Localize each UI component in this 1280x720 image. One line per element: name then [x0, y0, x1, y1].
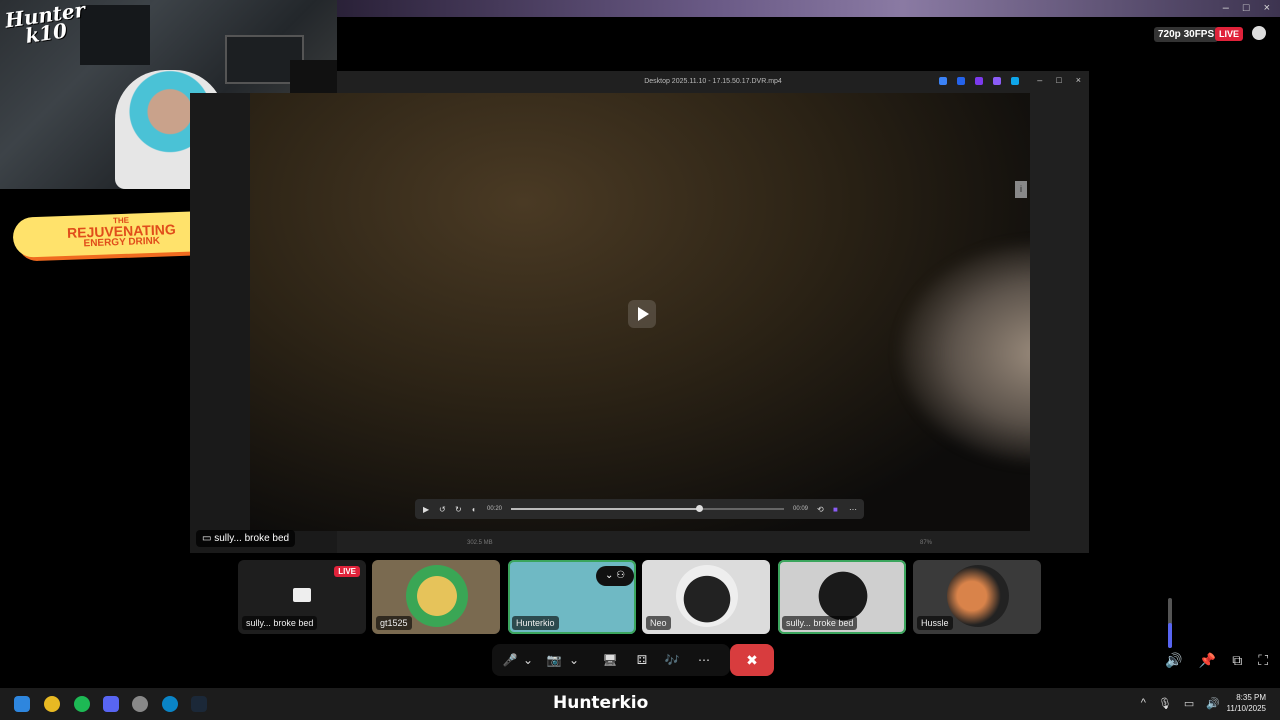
mic-options-chevron-icon[interactable]: ⌄: [520, 644, 536, 676]
player-app-icons: [939, 77, 1019, 85]
edge-icon[interactable]: [162, 696, 178, 712]
participant-tile[interactable]: ⌄ ⚇ Hunterkio: [508, 560, 636, 634]
participant-name: sully... broke bed: [242, 616, 318, 630]
window-controls: – □ ×: [1223, 2, 1270, 14]
streamer-logo: Hunter k10: [3, 0, 87, 48]
live-badge: LIVE: [334, 566, 360, 577]
speaker-icon[interactable]: 🔊: [1206, 697, 1220, 710]
minimize-button[interactable]: –: [1037, 75, 1042, 85]
popout-icon[interactable]: ⧉: [1232, 652, 1242, 669]
tile-options-button[interactable]: ⌄ ⚇: [596, 566, 634, 586]
taskbar: Hunterkio ^ 🎙 ▭ 🔊 8:35 PM 11/10/2025: [0, 688, 1280, 720]
player-window-controls: – □ ×: [1037, 75, 1081, 85]
app-icon[interactable]: [975, 77, 983, 85]
clock[interactable]: 8:35 PM 11/10/2025: [1227, 692, 1266, 714]
windows-start-icon[interactable]: [14, 696, 30, 712]
total-time: 00:09: [792, 506, 808, 512]
soundboard-button[interactable]: 🎶: [662, 644, 682, 676]
stream-quality-badge: 720p 30FPS: [1154, 27, 1219, 42]
forward-icon[interactable]: ↻: [455, 505, 462, 513]
volume-slider[interactable]: [1168, 598, 1172, 648]
avatar: [406, 565, 468, 627]
app-icon[interactable]: [939, 77, 947, 85]
app-icon[interactable]: [993, 77, 1001, 85]
player-statusbar: 302.5 MB 87%: [337, 533, 1089, 553]
discord-icon[interactable]: [103, 696, 119, 712]
call-controls: 🎤 ⌄ 📷 ⌄ 🖥 ⚃ 🎶 ⋯: [492, 644, 730, 676]
participant-name: Hussle: [917, 616, 953, 630]
stream-view-controls: 🔊 📌 ⧉ ⛶: [1165, 652, 1268, 669]
participant-tile[interactable]: Hussle: [913, 560, 1041, 634]
spotify-icon[interactable]: [74, 696, 90, 712]
microphone-button[interactable]: 🎤: [500, 644, 520, 676]
pin-icon[interactable]: 📌: [1199, 652, 1216, 669]
seek-bar[interactable]: [511, 505, 784, 512]
more-icon[interactable]: ⋯: [849, 505, 857, 513]
participant-tile[interactable]: LIVE sully... broke bed: [238, 560, 366, 634]
seek-handle[interactable]: [696, 505, 704, 512]
screen-icon: ▭: [202, 533, 215, 544]
system-tray: ^ 🎙 ▭ 🔊: [1141, 697, 1220, 710]
play-button[interactable]: ▶: [423, 505, 430, 513]
participant-name: Hunterkio: [512, 616, 559, 630]
network-icon[interactable]: ▭: [1184, 697, 1194, 710]
volume-icon[interactable]: 🔊: [1165, 652, 1182, 669]
avatar: [947, 565, 1009, 627]
volume-icon[interactable]: ◖: [471, 505, 478, 513]
camera-options-chevron-icon[interactable]: ⌄: [566, 644, 582, 676]
obs-icon[interactable]: [132, 696, 148, 712]
minimize-button[interactable]: –: [1223, 2, 1229, 14]
steam-icon[interactable]: [191, 696, 207, 712]
participant-name: gt1525: [376, 616, 412, 630]
rewind-icon[interactable]: ↺: [439, 505, 446, 513]
zoom-level: 87%: [920, 540, 933, 546]
activities-button[interactable]: ⚃: [632, 644, 652, 676]
avatar: [676, 565, 738, 627]
close-button[interactable]: ×: [1264, 2, 1270, 14]
info-icon[interactable]: i: [1015, 181, 1027, 198]
play-icon[interactable]: [628, 300, 656, 328]
maximize-button[interactable]: □: [1243, 2, 1250, 14]
app-icon[interactable]: [1011, 77, 1019, 85]
microphone-icon[interactable]: 🎙: [1158, 697, 1172, 710]
stream-owner-label: ▭ sully... broke bed: [196, 530, 296, 547]
disconnect-button[interactable]: ✖: [730, 644, 774, 676]
participant-tile[interactable]: gt1525: [372, 560, 500, 634]
participant-tile[interactable]: Neo: [642, 560, 770, 634]
window-titlebar: – □ ×: [337, 0, 1280, 17]
chrome-icon[interactable]: [44, 696, 60, 712]
more-options-button[interactable]: ⋯: [694, 644, 714, 676]
fullscreen-icon[interactable]: ⛶: [1258, 652, 1268, 669]
chat-icon[interactable]: [1252, 26, 1266, 40]
participant-tile[interactable]: sully... broke bed: [778, 560, 906, 634]
player-controls: ▶ ↺ ↻ ◖ 00:20 00:09 ⟲ ■ ⋯: [415, 499, 864, 519]
participant-name: Neo: [646, 616, 671, 630]
screen-share-icon: [293, 588, 311, 602]
channel-brand: Hunterkio: [553, 693, 649, 713]
close-button[interactable]: ×: [1076, 75, 1081, 85]
clip-icon[interactable]: ■: [833, 505, 840, 513]
maximize-button[interactable]: □: [1056, 75, 1061, 85]
screen-share-button[interactable]: 🖥: [600, 644, 620, 676]
current-time: 00:20: [487, 506, 503, 512]
app-icon[interactable]: [957, 77, 965, 85]
live-badge: LIVE: [1215, 27, 1244, 41]
loop-icon[interactable]: ⟲: [817, 505, 824, 513]
file-size: 302.5 MB: [467, 540, 493, 546]
participant-name: sully... broke bed: [782, 616, 858, 630]
tray-overflow-chevron-icon[interactable]: ^: [1141, 697, 1146, 710]
camera-button[interactable]: 📷: [544, 644, 564, 676]
